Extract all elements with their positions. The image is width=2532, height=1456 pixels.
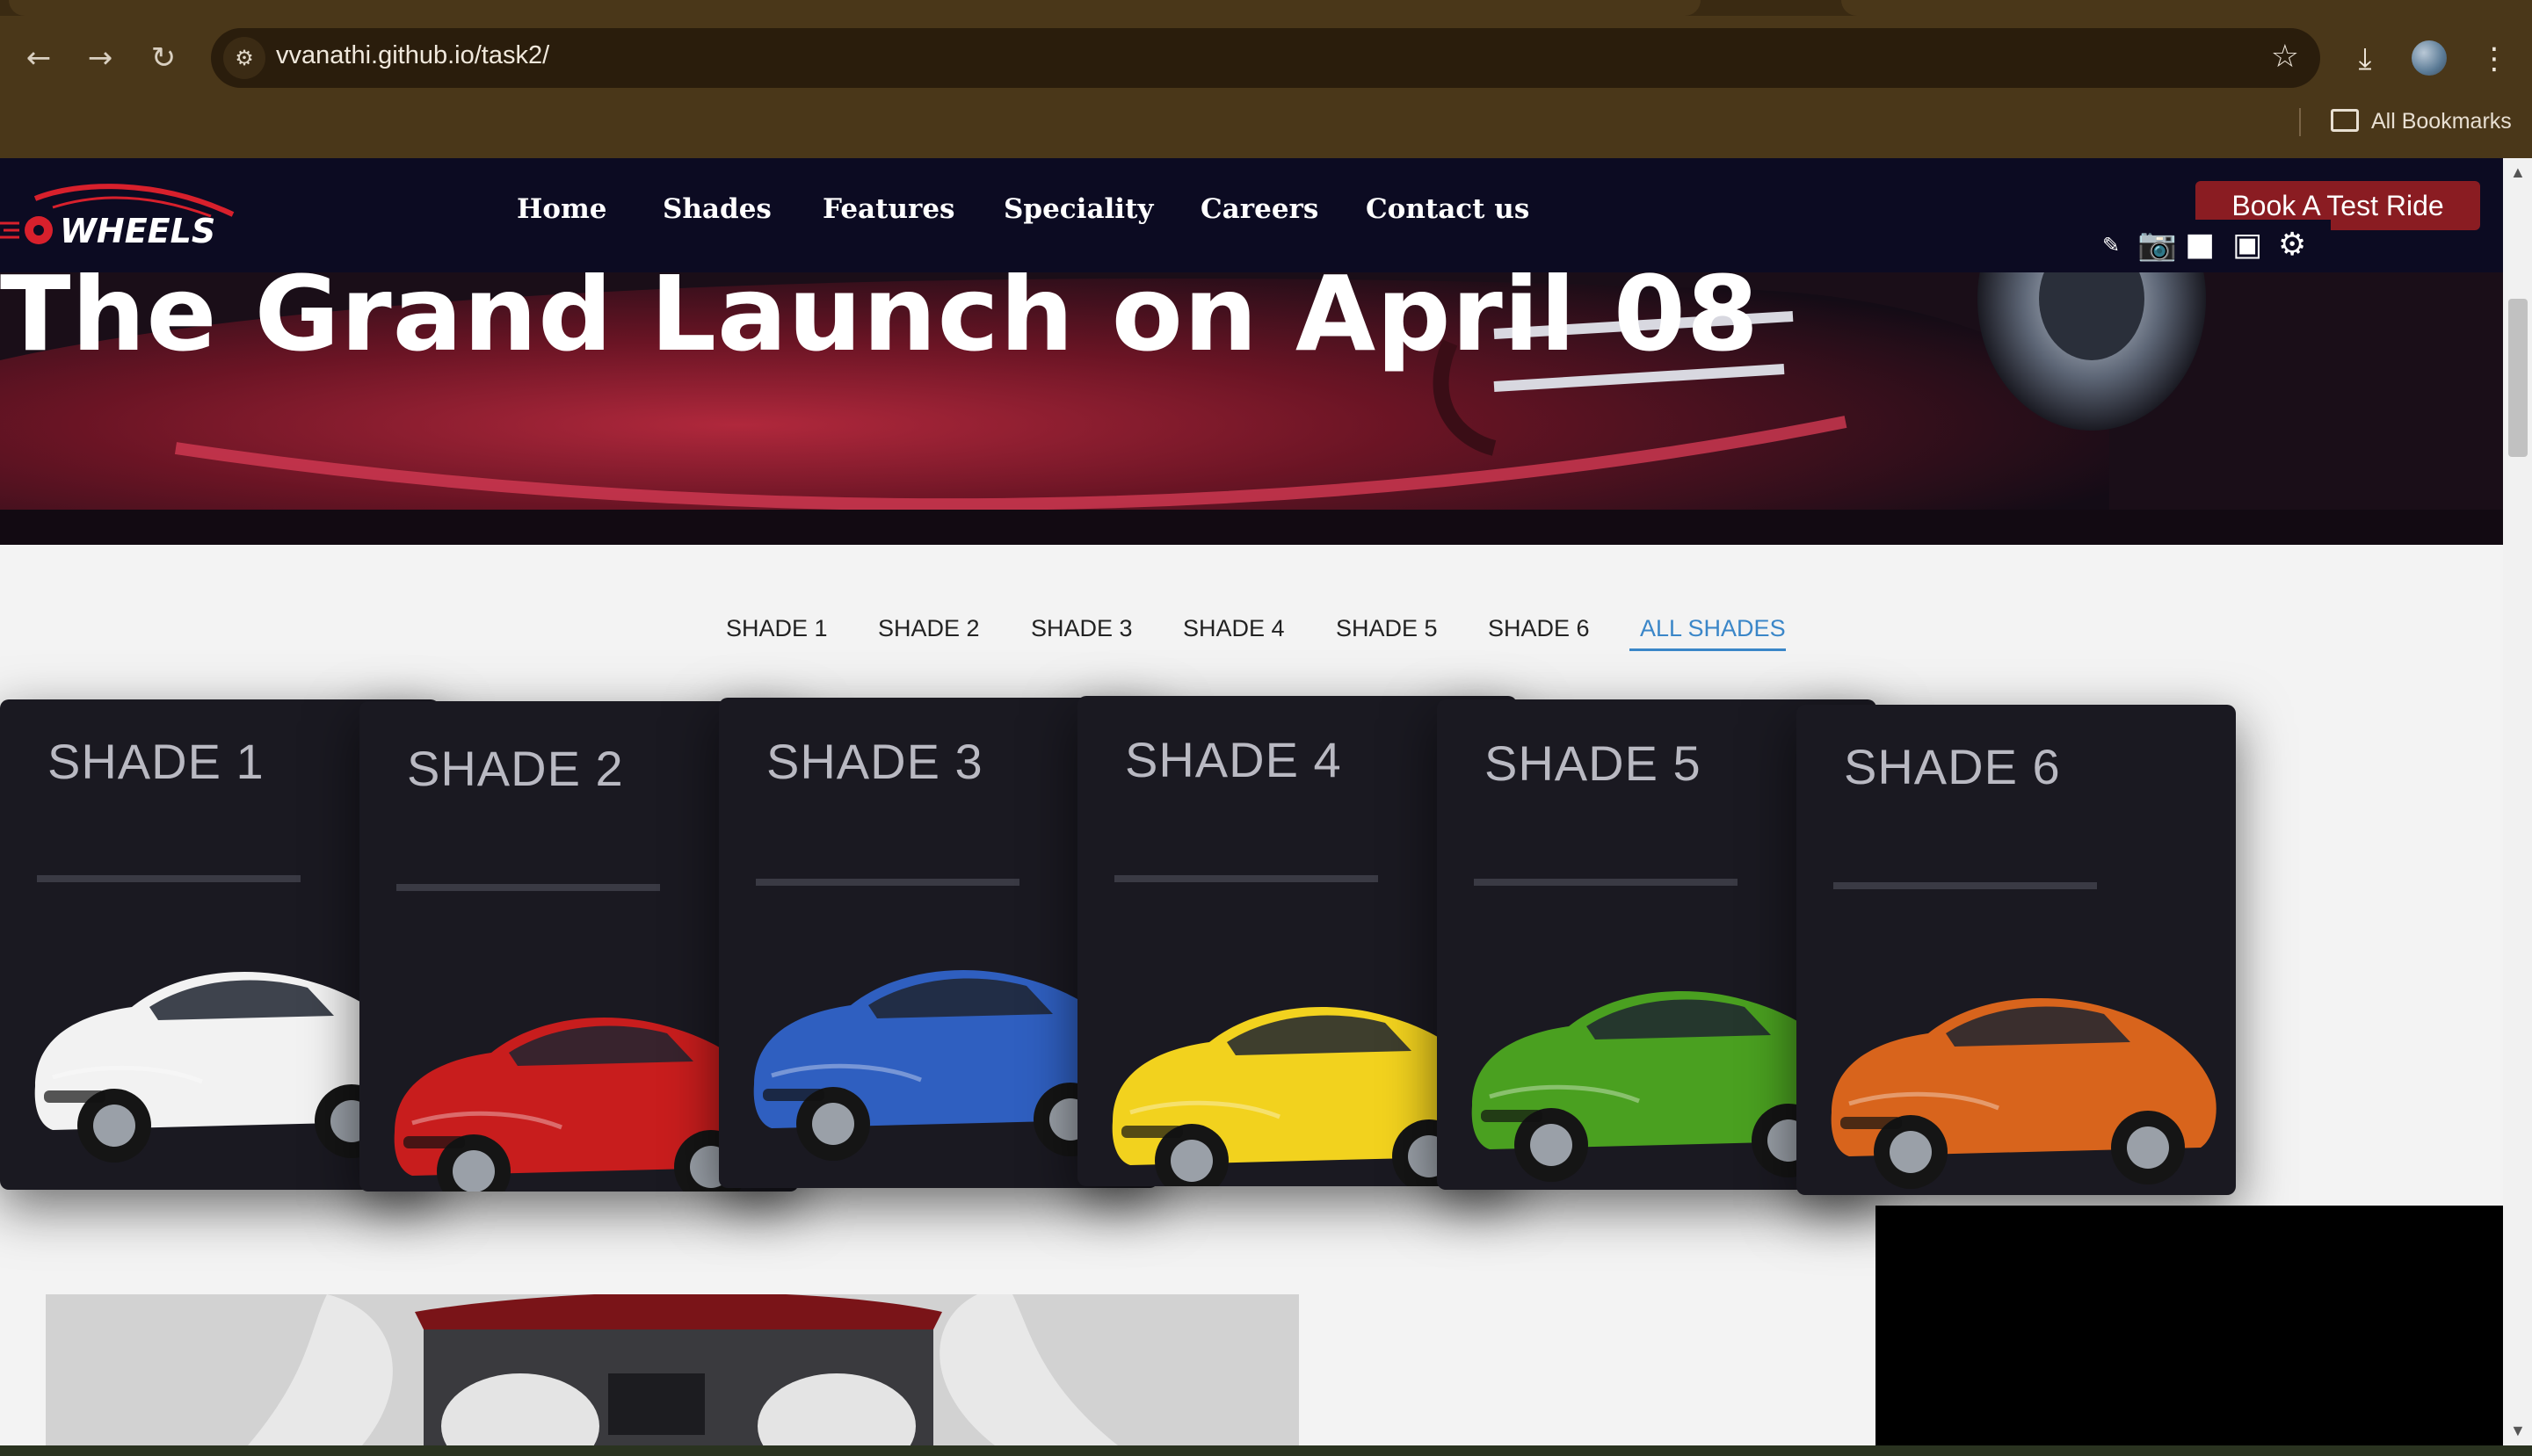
all-bookmarks-label[interactable]: All Bookmarks: [2371, 109, 2512, 134]
tab-shade-3[interactable]: SHADE 3: [1031, 615, 1133, 642]
tab-shade-2[interactable]: SHADE 2: [878, 615, 980, 642]
card-divider: [37, 875, 301, 882]
site-info-icon[interactable]: ⚙: [223, 37, 265, 79]
nav-home[interactable]: Home: [517, 193, 607, 225]
browser-chrome: ← → ↻ ⚙ vvanathi.github.io/task2/ ☆ ⤓ ⋮ …: [0, 0, 2532, 158]
card-divider: [1833, 882, 2097, 889]
window-capture-icon[interactable]: ▣: [2232, 228, 2262, 262]
url-text[interactable]: vvanathi.github.io/task2/: [276, 41, 549, 70]
card-divider: [1474, 879, 1738, 886]
screenshot-extension-toolbar: ✎ 📷 ■ ▣ ⚙: [2102, 220, 2331, 269]
star-icon[interactable]: ☆: [2271, 38, 2299, 76]
nav-shades[interactable]: Shades: [663, 193, 772, 225]
nav-speciality[interactable]: Speciality: [1004, 193, 1153, 225]
car-interior-image: [46, 1294, 1299, 1445]
card-title: SHADE 2: [407, 741, 624, 796]
menu-dots-icon[interactable]: ⋮: [2474, 39, 2514, 79]
site-navbar: WHEELS Home Shades Features Speciality C…: [0, 158, 2503, 272]
browser-tab-active[interactable]: [9, 0, 1701, 16]
bottom-edge: [0, 1445, 2532, 1456]
card-divider: [1114, 875, 1378, 882]
active-tab-underline: [1629, 648, 1786, 651]
nav-contact-us[interactable]: Contact us: [1366, 193, 1529, 225]
card-title: SHADE 5: [1484, 735, 1701, 791]
bookmark-separator: [2299, 108, 2301, 136]
folder-icon[interactable]: [2331, 109, 2359, 132]
forward-arrow-icon[interactable]: →: [81, 39, 120, 77]
profile-avatar[interactable]: [2412, 40, 2447, 76]
card-divider: [756, 879, 1019, 886]
camera-icon[interactable]: 📷: [2137, 228, 2177, 262]
page-scrollbar[interactable]: ▲ ▼: [2503, 158, 2532, 1445]
video-camera-icon[interactable]: ■: [2185, 228, 2215, 262]
tab-shade-5[interactable]: SHADE 5: [1336, 615, 1438, 642]
card-title: SHADE 4: [1125, 732, 1342, 787]
card-divider: [396, 884, 660, 891]
card-title: SHADE 1: [47, 734, 265, 789]
address-bar[interactable]: ⚙ vvanathi.github.io/task2/ ☆: [211, 28, 2320, 88]
scroll-up-arrow-icon[interactable]: ▲: [2510, 163, 2526, 182]
car-image: [1831, 998, 2216, 1189]
tab-all-shades[interactable]: ALL SHADES: [1640, 615, 1786, 642]
tab-shade-6[interactable]: SHADE 6: [1488, 615, 1590, 642]
download-icon[interactable]: ⤓: [2345, 39, 2385, 79]
shade-card-6[interactable]: SHADE 6: [1796, 705, 2236, 1195]
scroll-thumb[interactable]: [2508, 299, 2528, 457]
back-arrow-icon[interactable]: ←: [19, 39, 58, 77]
web-page: The Grand Launch on April 08 WHEELS Home…: [0, 158, 2503, 1445]
card-title: SHADE 3: [766, 734, 983, 789]
scroll-down-arrow-icon[interactable]: ▼: [2510, 1422, 2526, 1440]
video-placeholder[interactable]: [1875, 1206, 2503, 1445]
browser-tab[interactable]: [1841, 0, 2532, 16]
edit-icon[interactable]: ✎: [2102, 228, 2120, 262]
tab-shade-4[interactable]: SHADE 4: [1183, 615, 1285, 642]
nav-careers[interactable]: Careers: [1201, 193, 1318, 225]
nav-features[interactable]: Features: [823, 193, 955, 225]
reload-icon[interactable]: ↻: [144, 39, 183, 77]
wheels-logo[interactable]: WHEELS: [0, 172, 246, 260]
gear-icon[interactable]: ⚙: [2278, 228, 2306, 262]
card-title: SHADE 6: [1844, 739, 2061, 794]
logo-text: WHEELS: [60, 212, 215, 250]
tab-shade-1[interactable]: SHADE 1: [726, 615, 828, 642]
tab-strip: [0, 0, 2532, 16]
